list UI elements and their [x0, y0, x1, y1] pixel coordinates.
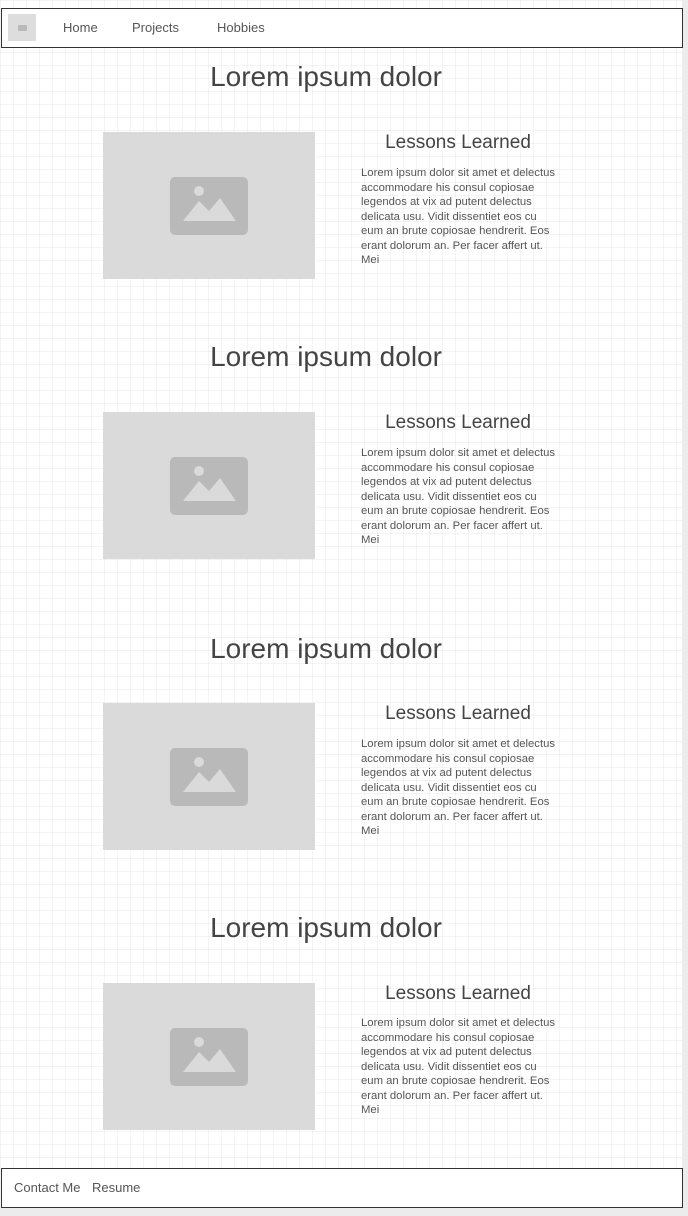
section-body-text: Lorem ipsum dolor sit amet et delectus a… — [361, 447, 556, 546]
section-subtitle: Lessons Learned — [385, 983, 531, 1004]
page-edge-rail — [682, 0, 688, 1216]
nav-link-home[interactable]: Home — [63, 20, 98, 35]
section-title: Lorem ipsum dolor — [210, 341, 442, 372]
top-nav-bar: Home Projects Hobbies — [1, 8, 683, 48]
section-subtitle: Lessons Learned — [385, 703, 531, 724]
image-placeholder-icon — [170, 1028, 248, 1086]
section-title: Lorem ipsum dolor — [210, 61, 442, 92]
image-placeholder — [103, 983, 315, 1130]
image-placeholder-icon — [170, 457, 248, 515]
image-placeholder — [103, 412, 315, 559]
section-body-text: Lorem ipsum dolor sit amet et delectus a… — [361, 738, 556, 837]
image-placeholder-icon — [170, 177, 248, 235]
footer-link-resume[interactable]: Resume — [92, 1180, 140, 1195]
section-title: Lorem ipsum dolor — [210, 912, 442, 943]
image-placeholder-icon — [18, 25, 27, 31]
image-placeholder-icon — [170, 748, 248, 806]
section-title: Lorem ipsum dolor — [210, 633, 442, 664]
section-subtitle: Lessons Learned — [385, 132, 531, 153]
page-bottom-rail — [0, 1208, 688, 1216]
nav-link-hobbies[interactable]: Hobbies — [217, 20, 265, 35]
footer-bar: Contact Me Resume — [1, 1168, 683, 1208]
section-subtitle: Lessons Learned — [385, 412, 531, 433]
image-placeholder — [103, 132, 315, 279]
nav-link-projects[interactable]: Projects — [132, 20, 179, 35]
image-placeholder — [103, 703, 315, 850]
footer-link-contact[interactable]: Contact Me — [14, 1180, 80, 1195]
section-body-text: Lorem ipsum dolor sit amet et delectus a… — [361, 167, 556, 266]
logo-placeholder-icon[interactable] — [8, 14, 36, 41]
section-body-text: Lorem ipsum dolor sit amet et delectus a… — [361, 1017, 556, 1116]
